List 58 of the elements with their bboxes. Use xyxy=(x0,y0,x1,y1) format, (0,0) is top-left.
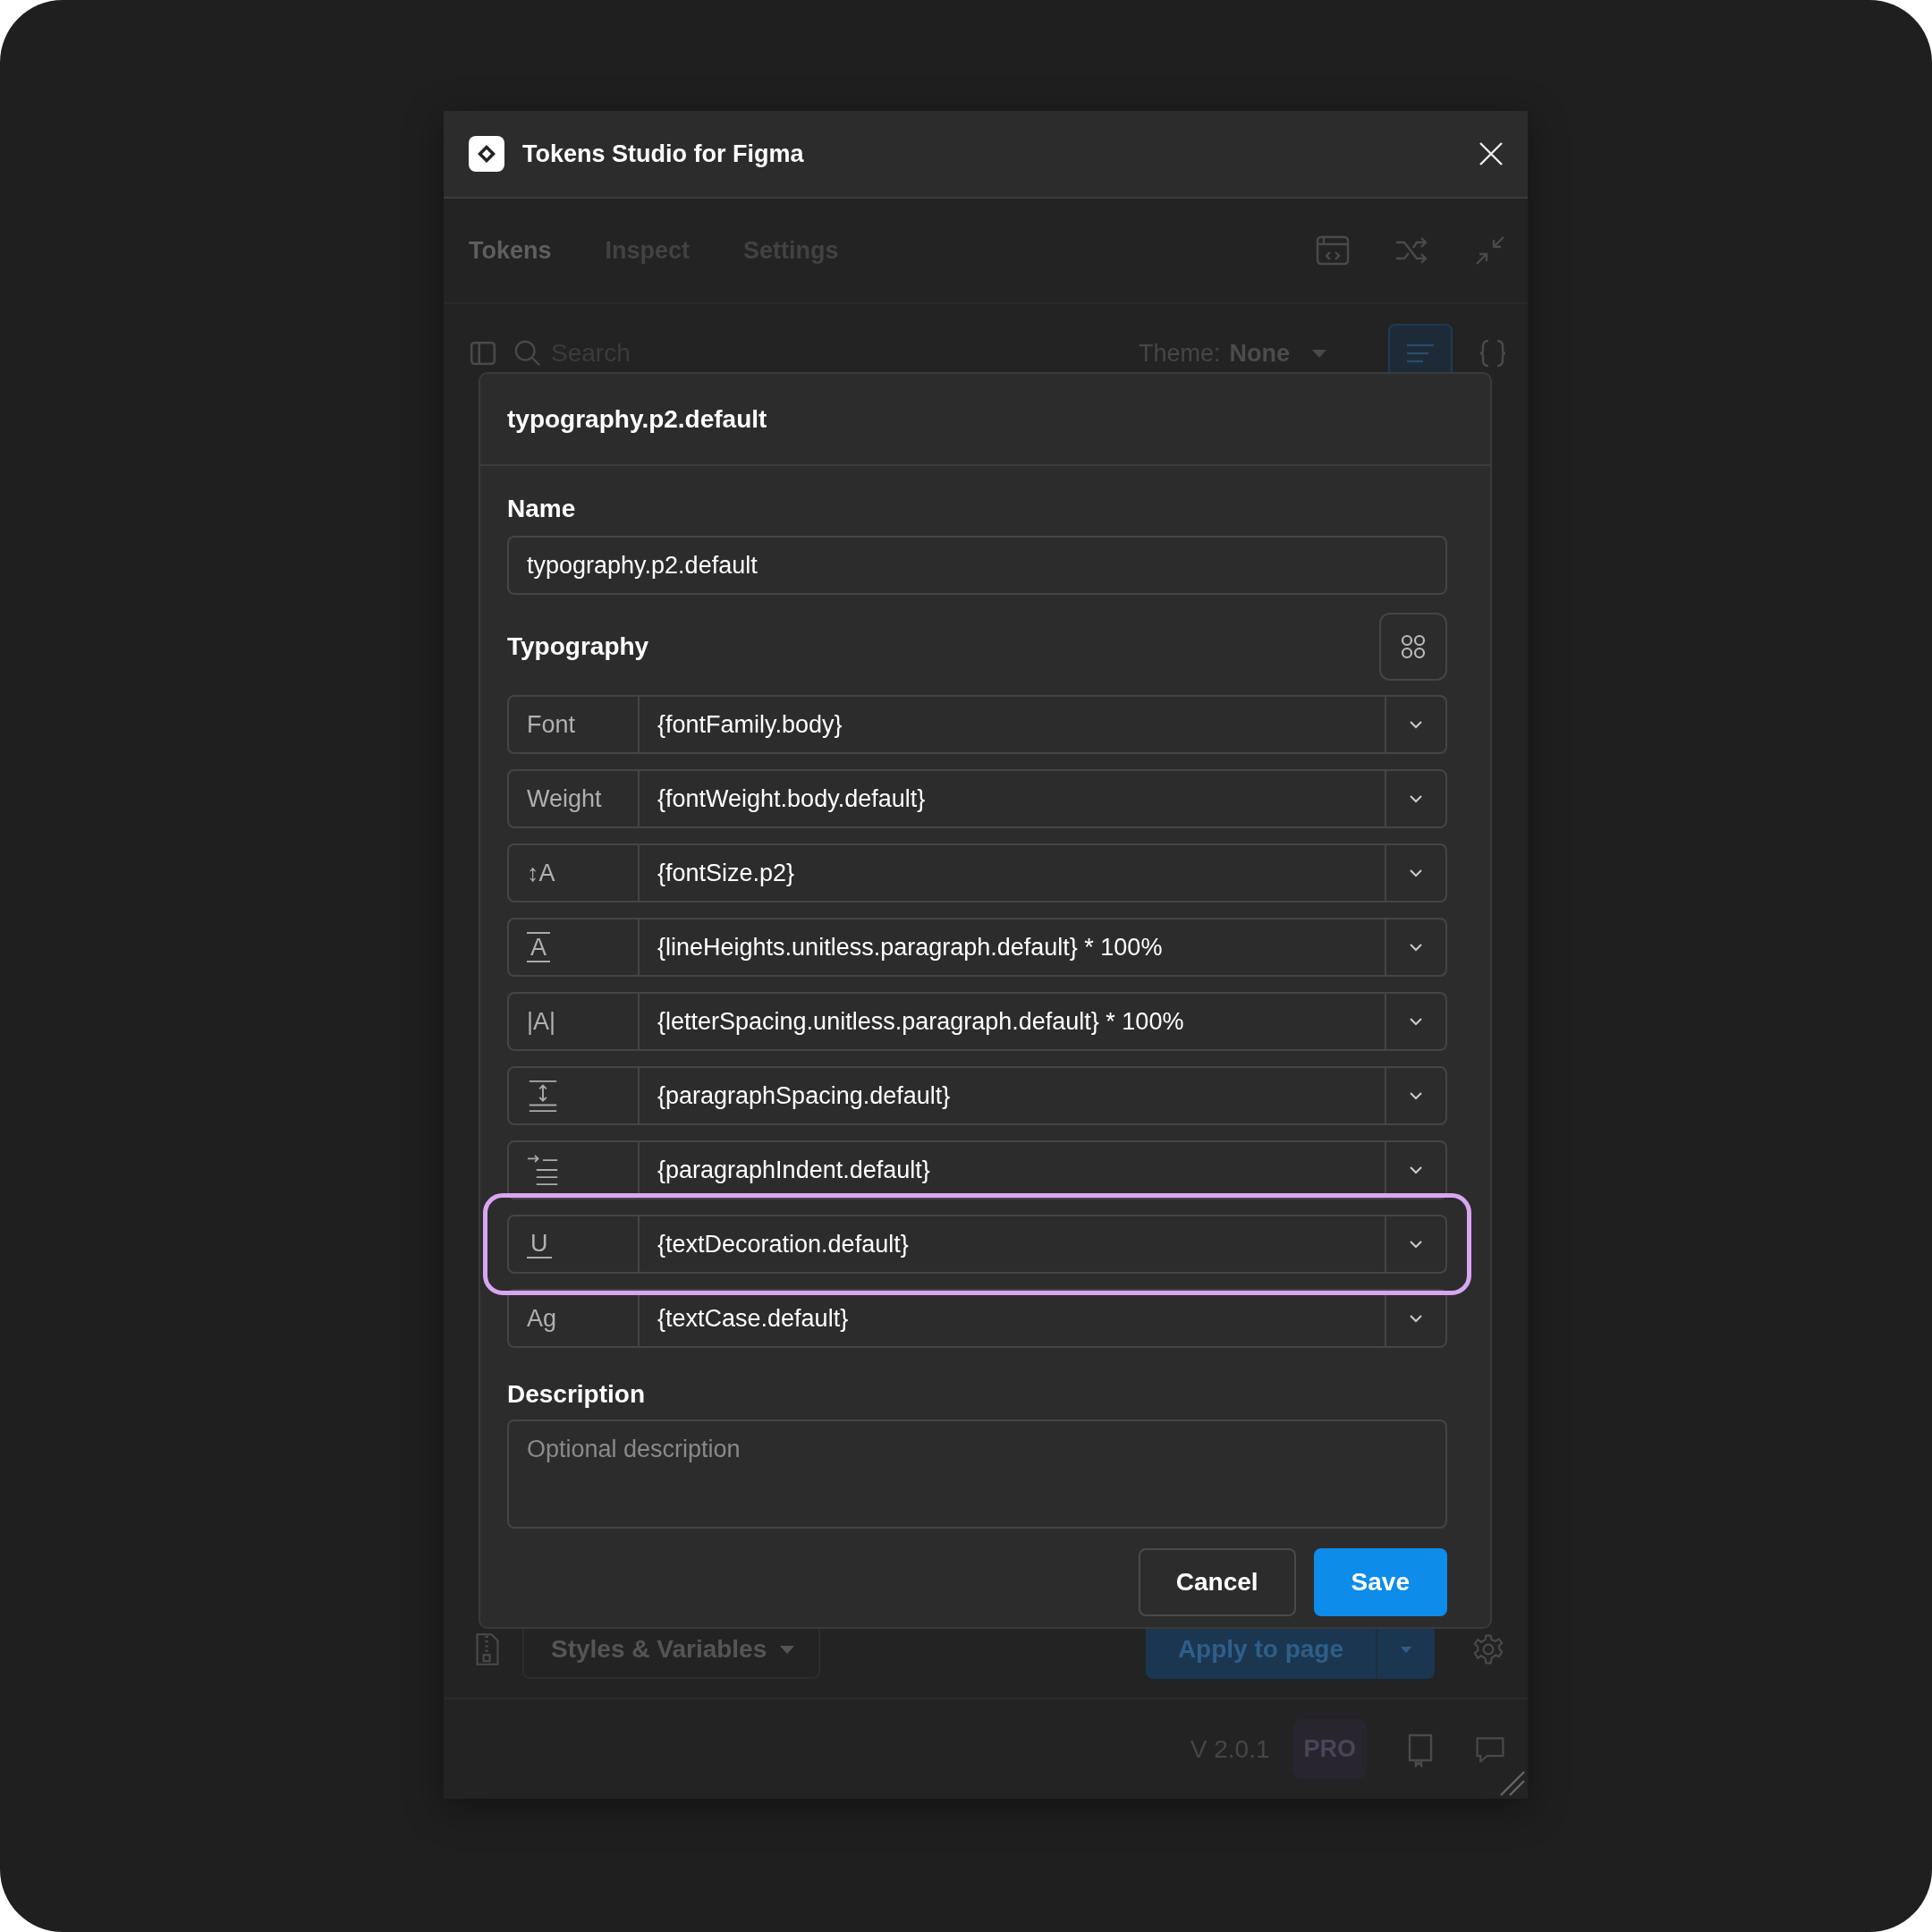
field-label: Name xyxy=(507,495,577,523)
property-field[interactable]: {paragraphSpacing.default} xyxy=(507,1066,1447,1125)
paragraph-spacing-icon xyxy=(527,1079,559,1113)
property-field[interactable]: ↕A {fontSize.p2} xyxy=(507,843,1447,902)
dialog-title: typography.p2.default xyxy=(507,404,767,434)
chevron-down-icon[interactable] xyxy=(1409,1240,1423,1249)
line-height-label: A xyxy=(527,932,550,962)
settings-icon[interactable] xyxy=(1472,1633,1504,1665)
zip-file-icon[interactable] xyxy=(474,1631,501,1667)
chevron-down-icon[interactable] xyxy=(1409,869,1423,877)
paragraph-indent-icon xyxy=(527,1153,559,1187)
property-field[interactable]: Weight {fontWeight.body.default} xyxy=(507,769,1447,828)
property-field[interactable]: Font {fontFamily.body} xyxy=(507,695,1447,754)
property-value: {letterSpacing.unitless.paragraph.default} * 100% xyxy=(657,1006,1185,1037)
name-field[interactable]: typography.p2.default xyxy=(507,536,1447,595)
property-field[interactable]: U {textDecoration.default} xyxy=(507,1215,1447,1274)
field-label: Description xyxy=(507,1380,647,1409)
window-title: Tokens Studio for Figma xyxy=(522,140,805,168)
chevron-down-icon[interactable] xyxy=(1409,794,1423,803)
resize-handle-icon[interactable] xyxy=(1499,1770,1526,1797)
save-button[interactable]: Save xyxy=(1313,1548,1447,1616)
chevron-down-icon[interactable] xyxy=(1409,943,1423,952)
property-value: {fontSize.p2} xyxy=(657,858,796,888)
property-field[interactable]: |A| {letterSpacing.unitless.paragraph.default} * 100% xyxy=(507,992,1447,1051)
property-field[interactable]: A {lineHeights.unitless.paragraph.default} * 100% xyxy=(507,918,1447,977)
property-label: Font xyxy=(527,710,576,739)
caret-icon xyxy=(1400,1644,1412,1655)
description-field[interactable]: Optional description xyxy=(507,1419,1447,1529)
sidebar-toggle-icon[interactable] xyxy=(469,339,497,368)
property-label: |A| xyxy=(527,1007,556,1036)
property-value: {paragraphIndent.default} xyxy=(657,1155,931,1185)
text-decoration-label: U xyxy=(527,1230,552,1258)
chevron-down-icon[interactable] xyxy=(1409,1017,1423,1026)
search-icon xyxy=(513,339,542,368)
chevron-down-icon[interactable] xyxy=(1409,1314,1423,1323)
braces-icon[interactable] xyxy=(1478,338,1508,369)
property-field[interactable]: Ag {textCase.default} xyxy=(507,1289,1447,1348)
app-logo-icon xyxy=(469,136,504,172)
caret-icon xyxy=(1311,348,1327,359)
property-field[interactable]: {paragraphIndent.default} xyxy=(507,1140,1447,1199)
property-value: {textCase.default} xyxy=(657,1303,850,1334)
property-label: ↕A xyxy=(527,859,555,887)
section-label: Typography xyxy=(507,632,649,661)
cancel-button[interactable]: Cancel xyxy=(1138,1548,1296,1616)
property-value: {fontFamily.body} xyxy=(657,709,843,740)
property-label: Weight xyxy=(527,784,602,813)
four-circles-icon xyxy=(1400,633,1427,660)
property-value: {lineHeights.unitless.paragraph.default} * 100% xyxy=(657,932,1164,962)
chevron-down-icon[interactable] xyxy=(1409,720,1423,729)
close-icon[interactable] xyxy=(1478,140,1504,167)
chevron-down-icon[interactable] xyxy=(1409,1165,1423,1174)
caret-icon xyxy=(779,1644,796,1655)
mode-toggle-button[interactable] xyxy=(1379,613,1447,681)
property-value: {fontWeight.body.default} xyxy=(657,784,927,814)
property-value: {textDecoration.default} xyxy=(657,1229,910,1259)
property-value: {paragraphSpacing.default} xyxy=(657,1080,952,1111)
property-label: Ag xyxy=(527,1304,557,1333)
chevron-down-icon[interactable] xyxy=(1409,1091,1423,1100)
